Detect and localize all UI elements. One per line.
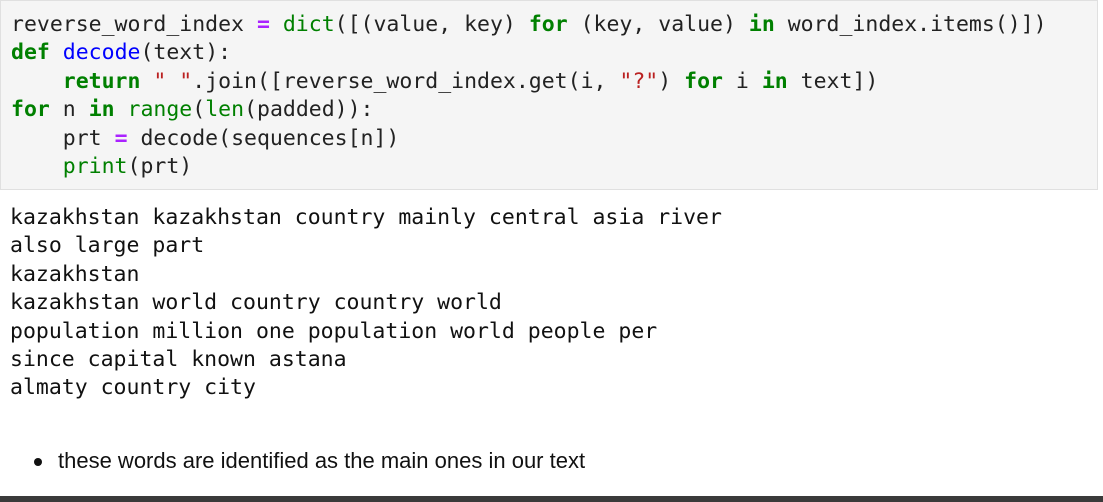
- code-token: word_index.items()]): [774, 12, 1047, 37]
- bullet-item: these words are identified as the main o…: [30, 446, 585, 476]
- code-token: text]): [787, 68, 879, 94]
- bottom-divider: [0, 496, 1103, 502]
- output-line: almaty country city: [10, 375, 256, 401]
- code-token: i: [722, 68, 762, 94]
- code-token: (: [192, 97, 206, 123]
- output-line: population million one population world …: [10, 318, 658, 344]
- code-token: " ": [153, 68, 193, 94]
- code-token: for: [11, 97, 50, 123]
- code-token: range: [127, 97, 193, 123]
- bullet-dot-icon: [34, 458, 42, 466]
- code-token: .join([reverse_word_index.get(i,: [192, 68, 620, 94]
- code-token: def: [11, 40, 50, 66]
- code-line: reverse_word_index = dict([(value, key) …: [11, 11, 1047, 39]
- code-token: (prt): [127, 153, 193, 179]
- code-token: (padded)):: [244, 97, 374, 123]
- code-line: print(prt): [11, 153, 1047, 181]
- code-token: "?": [619, 68, 659, 94]
- code-editor[interactable]: reverse_word_index = dict([(value, key) …: [11, 11, 1047, 181]
- code-token: for: [528, 12, 568, 37]
- output-line: kazakhstan world country country world: [10, 290, 502, 316]
- bullet-list: these words are identified as the main o…: [30, 446, 585, 476]
- code-token: decode: [62, 40, 141, 66]
- code-token: =: [114, 125, 128, 151]
- output-line: kazakhstan kazakhstan country mainly cen…: [10, 205, 722, 230]
- code-token: in: [761, 68, 788, 94]
- output-line: also large part: [10, 233, 205, 259]
- code-token: print: [62, 153, 128, 179]
- code-token: for: [684, 68, 723, 94]
- code-line: prt = decode(sequences[n]): [11, 125, 1047, 153]
- code-line: return " ".join([reverse_word_index.get(…: [11, 68, 1047, 96]
- code-token: in: [748, 12, 775, 37]
- code-token: ): [658, 68, 685, 94]
- code-token: (text):: [140, 40, 232, 66]
- code-token: len: [205, 97, 245, 123]
- code-token: n: [49, 97, 89, 123]
- code-token: reverse_word_index: [11, 12, 257, 37]
- code-token: return: [62, 68, 141, 94]
- code-token: =: [256, 12, 270, 37]
- code-token: (key, value): [567, 12, 749, 37]
- code-token: decode(sequences[n]): [127, 125, 400, 151]
- markdown-cell: these words are identified as the main o…: [30, 446, 585, 476]
- output-line: kazakhstan: [10, 261, 140, 287]
- code-token: in: [88, 97, 115, 123]
- code-cell[interactable]: reverse_word_index = dict([(value, key) …: [0, 0, 1098, 190]
- code-token: dict: [282, 12, 335, 37]
- cell-output: kazakhstan kazakhstan country mainly cen…: [10, 204, 722, 403]
- bullet-text: these words are identified as the main o…: [58, 448, 586, 473]
- code-token: ([(value, key): [334, 12, 529, 37]
- code-token: prt: [11, 125, 115, 151]
- code-line: for n in range(len(padded)):: [11, 96, 1047, 124]
- output-line: since capital known astana: [10, 346, 347, 372]
- code-line: def decode(text):: [11, 39, 1047, 67]
